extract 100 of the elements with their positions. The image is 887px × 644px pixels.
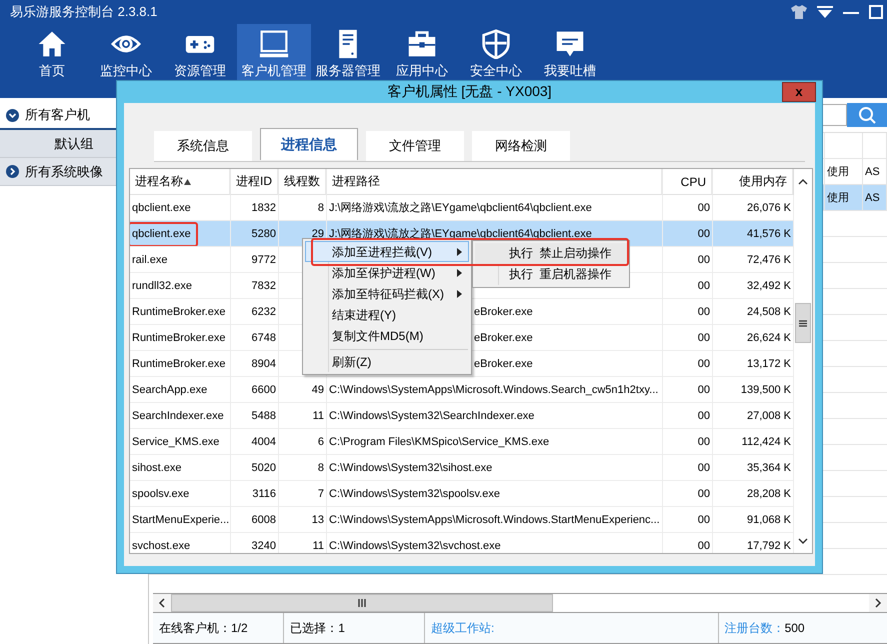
table-cell: 00 <box>663 403 713 429</box>
table-cell: 00 <box>663 325 713 351</box>
shirt-icon[interactable] <box>791 5 807 19</box>
table-cell: C:\Windows\System32\SearchIndexer.exe <box>327 403 663 429</box>
column-header[interactable]: 进程ID <box>231 169 279 195</box>
tab[interactable]: 文件管理 <box>366 131 464 161</box>
table-cell: 00 <box>663 377 713 403</box>
table-cell: C:\Program Files\KMSpico\Service_KMS.exe <box>327 429 663 455</box>
table-cell: C:\Windows\System32\svchost.exe <box>327 533 663 553</box>
submenu-arrow-icon <box>457 268 462 276</box>
table-cell: 5488 <box>231 403 279 429</box>
expand-icon <box>6 108 19 122</box>
shield-icon <box>481 29 511 59</box>
table-cell: 4004 <box>231 429 279 455</box>
table-cell: C:\Windows\System32\spoolsv.exe <box>327 481 663 507</box>
highlight-frame <box>130 222 198 246</box>
table-cell: SearchApp.exe <box>130 377 231 403</box>
column-header[interactable]: 进程路径 <box>327 169 663 195</box>
search-button[interactable] <box>847 103 887 127</box>
scroll-left-icon[interactable] <box>153 594 171 612</box>
table-cell: rundll32.exe <box>130 273 231 299</box>
table-cell: C:\Windows\SystemApps\Microsoft.Windows.StartMenuExperienc... <box>327 507 663 533</box>
status-value: 1 <box>338 621 345 635</box>
home-icon <box>37 29 67 59</box>
table-cell: 00 <box>663 533 713 553</box>
collapse-icon <box>6 165 19 178</box>
dialog-title: 客户机属性 [无盘 - YX003] <box>386 83 553 101</box>
table-cell: 00 <box>663 273 713 299</box>
table-cell: 5020 <box>231 455 279 481</box>
table-cell: RuntimeBroker.exe <box>130 325 231 351</box>
column-header[interactable]: CPU <box>663 169 713 195</box>
tab[interactable]: 网络检测 <box>472 131 570 161</box>
table-cell: Service_KMS.exe <box>130 429 231 455</box>
table-cell: 8904 <box>231 351 279 377</box>
scroll-right-icon[interactable] <box>869 594 887 612</box>
table-cell: 00 <box>663 247 713 273</box>
table-cell: 7832 <box>231 273 279 299</box>
table-cell: 00 <box>663 221 713 247</box>
scrollbar-thumb[interactable] <box>171 594 553 612</box>
table-cell: 8 <box>279 455 327 481</box>
table-cell: 3240 <box>231 533 279 553</box>
table-cell: 3116 <box>231 481 279 507</box>
column-header[interactable]: 进程名称 <box>130 169 231 195</box>
table-cell: 11 <box>279 403 327 429</box>
app-title: 易乐游服务控制台 2.3.8.1 <box>10 3 158 21</box>
table-cell: StartMenuExperie... <box>130 507 231 533</box>
scrollbar-thumb[interactable] <box>795 303 811 343</box>
status-value: 500 <box>784 621 805 635</box>
nav-item[interactable]: 服务器管理 <box>311 24 385 98</box>
table-cell: sihost.exe <box>130 455 231 481</box>
submenu-arrow-icon <box>457 290 462 298</box>
table-cell: 13 <box>279 507 327 533</box>
table-cell: RuntimeBroker.exe <box>130 351 231 377</box>
table-cell: 7 <box>279 481 327 507</box>
table-cell: RuntimeBroker.exe <box>130 299 231 325</box>
toolbox-icon <box>407 29 437 59</box>
menu-item[interactable]: 执行 重启机器操作 <box>475 264 627 285</box>
tab[interactable]: 系统信息 <box>154 131 252 161</box>
menu-item[interactable]: 执行 禁止启动操作 <box>475 243 627 264</box>
tab[interactable]: 进程信息 <box>260 128 358 160</box>
column-header[interactable]: 线程数 <box>279 169 327 195</box>
monitor-icon <box>259 29 289 59</box>
table-cell: C:\Windows\SystemApps\Microsoft.Windows.Search_cw5n1h2txy... <box>327 377 663 403</box>
table-cell: 00 <box>663 429 713 455</box>
table-cell: 6748 <box>231 325 279 351</box>
menu-item[interactable]: 添加至保护进程(W) <box>305 262 469 283</box>
search-icon <box>858 106 876 124</box>
status-label[interactable]: 注册台数： <box>724 620 785 636</box>
table-cell: 00 <box>663 351 713 377</box>
table-cell: 6008 <box>231 507 279 533</box>
table-cell: 9772 <box>231 247 279 273</box>
table-cell: svchost.exe <box>130 533 231 553</box>
table-cell: 41,576 K <box>713 221 794 247</box>
table-cell: 00 <box>663 481 713 507</box>
table-cell: C:\Windows\System32\sihost.exe <box>327 455 663 481</box>
table-cell: 00 <box>663 507 713 533</box>
table-cell: 49 <box>279 377 327 403</box>
chat-icon <box>555 29 585 59</box>
table-cell: rail.exe <box>130 247 231 273</box>
table-cell: 6600 <box>231 377 279 403</box>
table-cell: spoolsv.exe <box>130 481 231 507</box>
table-cell: AS <box>863 185 887 211</box>
table-cell: SearchIndexer.exe <box>130 403 231 429</box>
table-cell: 00 <box>663 299 713 325</box>
close-button[interactable]: x <box>782 82 816 102</box>
table-cell: 使用 <box>825 185 863 211</box>
table-cell: 6 <box>279 429 327 455</box>
nav-item[interactable]: 首页 <box>15 24 89 98</box>
submenu-arrow-icon <box>457 248 462 256</box>
table-cell: 00 <box>663 455 713 481</box>
dropdown-icon[interactable] <box>817 6 833 18</box>
table-cell: 11 <box>279 533 327 553</box>
menu-item[interactable]: 添加至进程拦截(V) <box>305 241 469 262</box>
status-label: 已选择： <box>290 620 338 636</box>
table-cell: qbclient.exe <box>130 221 231 247</box>
nav-item[interactable]: 监控中心 <box>89 24 163 98</box>
maximize-icon[interactable] <box>869 5 883 19</box>
status-label: 在线客户机： <box>159 620 231 636</box>
table-cell: 6232 <box>231 299 279 325</box>
table-cell: 5280 <box>231 221 279 247</box>
